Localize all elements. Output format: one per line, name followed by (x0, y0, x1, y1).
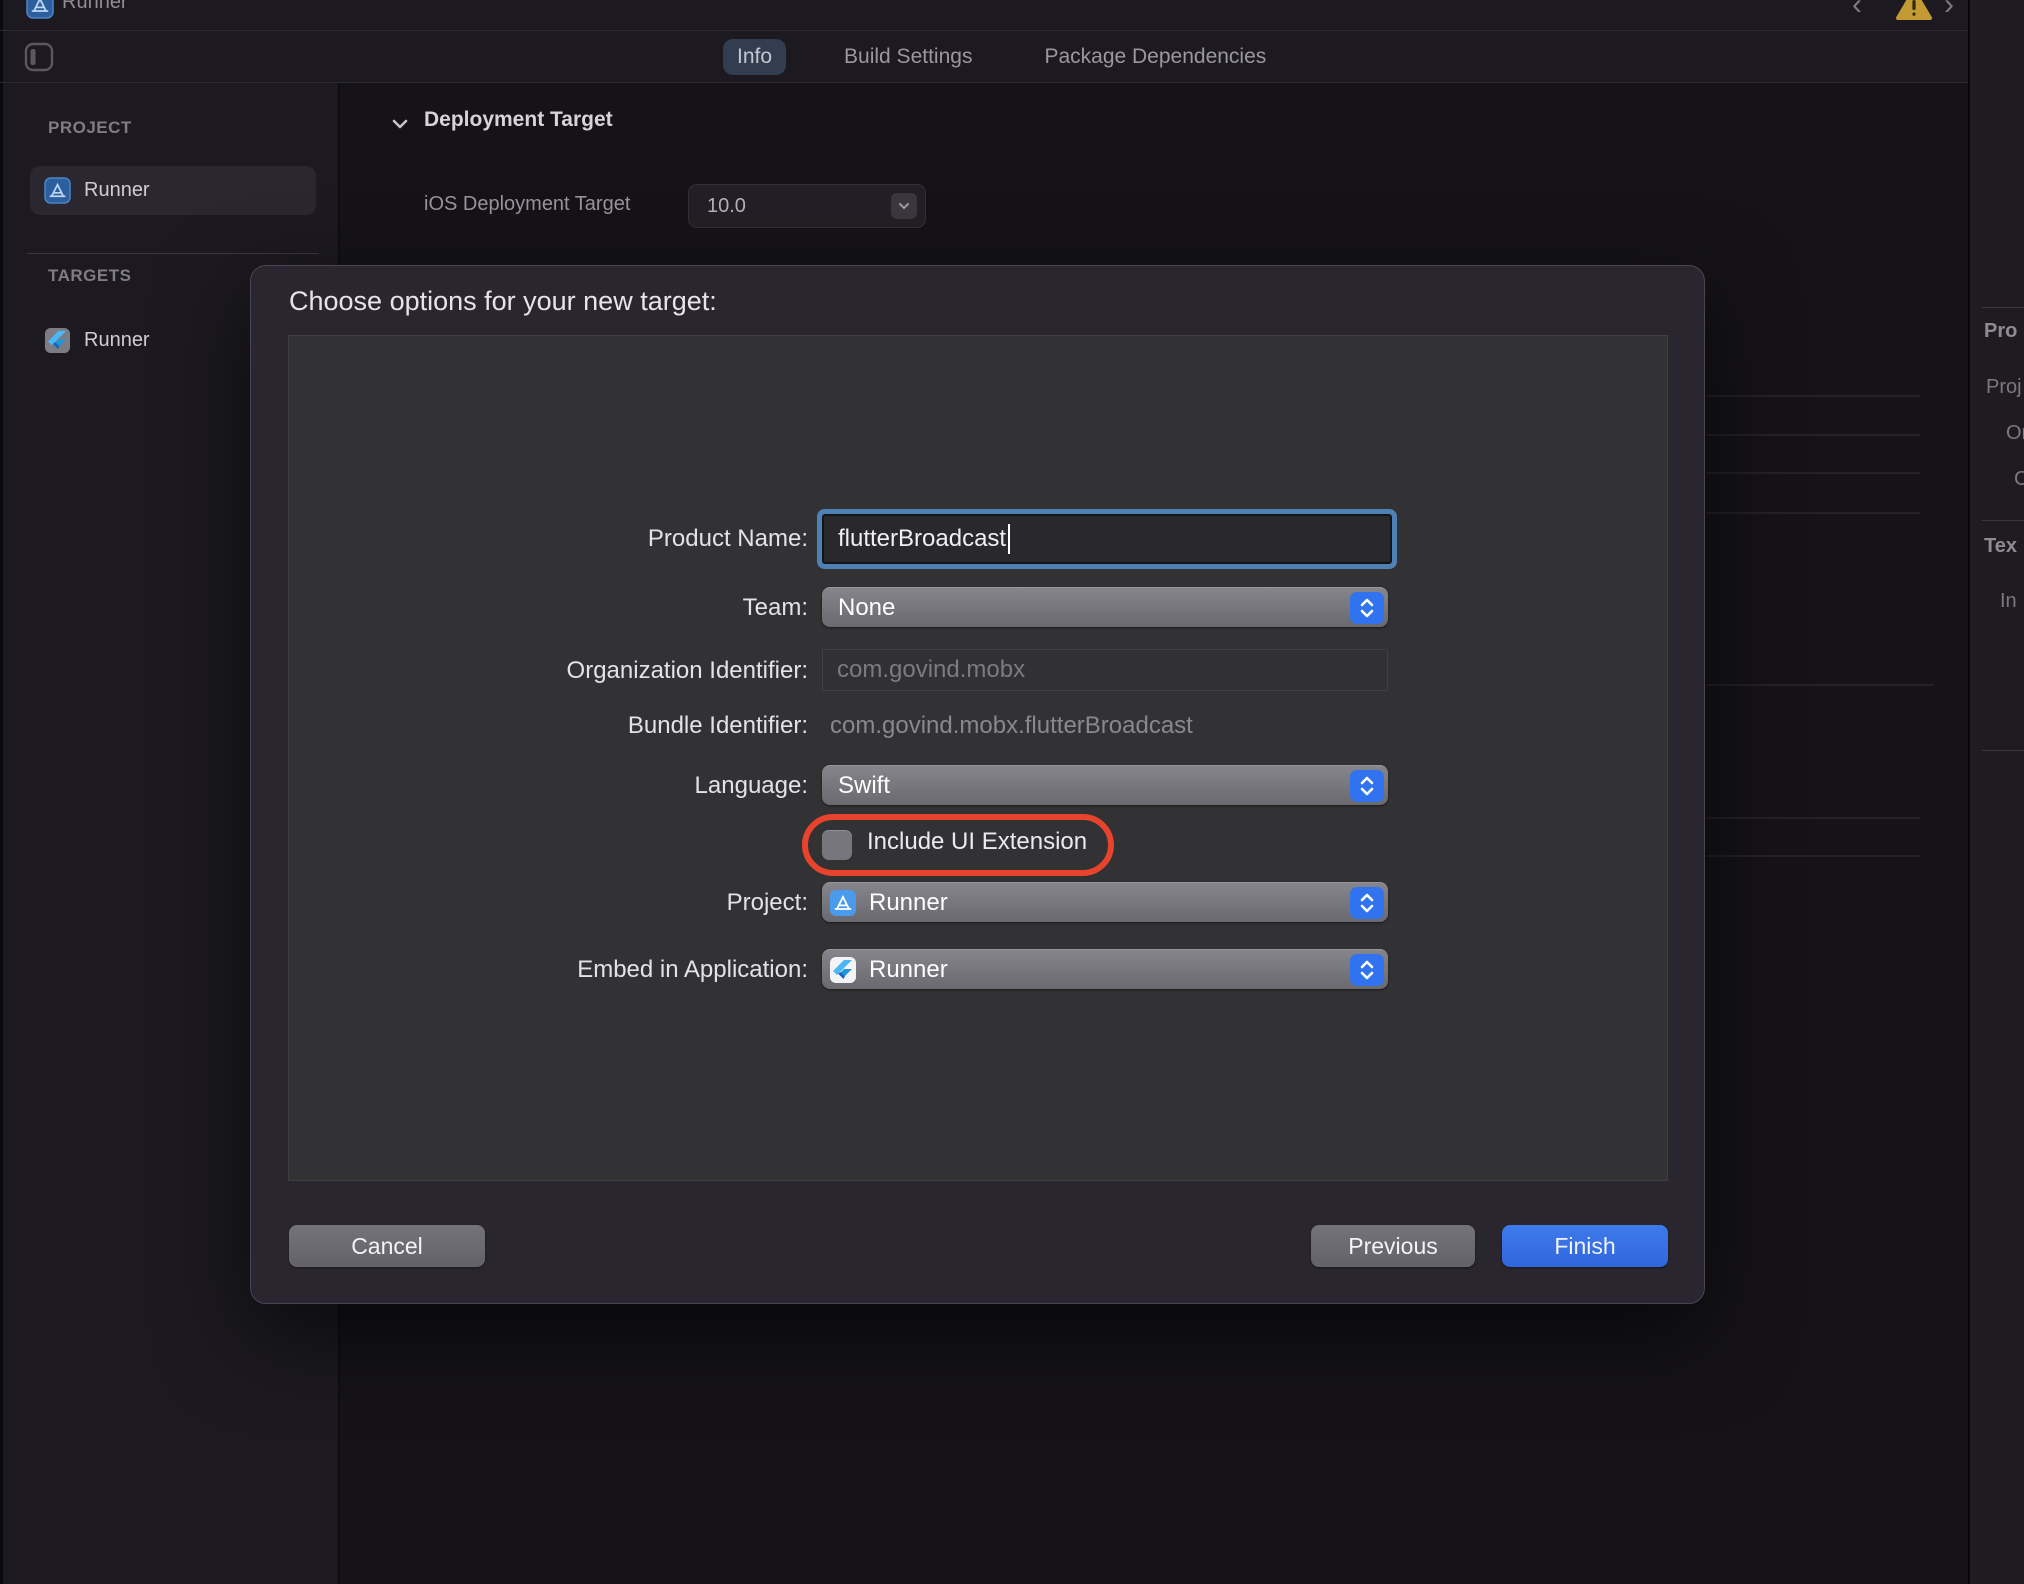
project-value: Runner (869, 889, 1350, 917)
sidebar-item-label: Runner (84, 329, 150, 352)
table-row-divider (1706, 817, 1920, 819)
stepper-icon (1350, 887, 1384, 919)
sidebar-toggle-icon[interactable] (24, 42, 54, 72)
team-select[interactable]: None (822, 587, 1388, 627)
organization-identifier-value: com.govind.mobx (837, 656, 1025, 684)
flutter-icon (829, 956, 857, 984)
chevron-down-icon[interactable] (388, 114, 412, 134)
bundle-identifier-value: com.govind.mobx.flutterBroadcast (830, 712, 1193, 740)
embed-in-application-label: Embed in Application: (289, 956, 808, 984)
table-row-divider (1706, 684, 1934, 686)
xcode-window: Runner ‹ › Ide Info Build Settings Packa… (0, 0, 2024, 1584)
project-select[interactable]: Runner (822, 882, 1388, 922)
app-store-icon (829, 889, 857, 917)
editor-tabbar: Info Build Settings Package Dependencies (723, 38, 1280, 76)
inspector-item: Or (2006, 422, 2024, 445)
inspector-item: Proj (1986, 376, 2022, 399)
language-select[interactable]: Swift (822, 765, 1388, 805)
app-store-icon (44, 177, 71, 204)
tab-build-settings[interactable]: Build Settings (830, 39, 986, 75)
embed-in-application-select[interactable]: Runner (822, 949, 1388, 989)
chevron-down-icon (891, 193, 917, 219)
team-value: None (838, 594, 1350, 622)
inspector-panel (1968, 0, 2024, 1584)
inspector-item: C (2014, 468, 2024, 491)
tab-package-dependencies[interactable]: Package Dependencies (1030, 39, 1280, 75)
stepper-icon (1350, 954, 1384, 986)
stepper-icon (1350, 770, 1384, 802)
flutter-icon (44, 327, 71, 354)
cancel-button[interactable]: Cancel (289, 1225, 485, 1267)
product-name-input[interactable]: flutterBroadcast (822, 514, 1392, 564)
warning-icon[interactable] (1894, 0, 1934, 22)
section-title: Deployment Target (424, 108, 613, 132)
sidebar-item-project-runner[interactable]: Runner (30, 166, 316, 215)
divider (1982, 307, 2024, 308)
inspector-item: In (2000, 590, 2017, 613)
table-row-divider (1706, 472, 1920, 474)
product-name-label: Product Name: (289, 525, 808, 553)
table-row-divider (1706, 855, 1920, 857)
inspector-item: Pro (1984, 320, 2017, 343)
bundle-identifier-label: Bundle Identifier: (289, 712, 808, 740)
text-cursor (1008, 524, 1010, 554)
forward-icon[interactable]: › (1944, 0, 1954, 18)
dialog-title: Choose options for your new target: (289, 286, 717, 317)
tab-info[interactable]: Info (723, 39, 786, 75)
targets-section-header: TARGETS (48, 266, 131, 286)
finish-button[interactable]: Finish (1502, 1225, 1668, 1267)
sidebar-item-label: Runner (84, 179, 150, 202)
table-row-divider (1706, 434, 1920, 436)
divider (27, 253, 319, 254)
stepper-icon (1350, 592, 1384, 624)
project-section-header: PROJECT (48, 118, 132, 138)
organization-identifier-field: com.govind.mobx (822, 649, 1388, 691)
new-target-options-dialog: Choose options for your new target: Prod… (250, 265, 1705, 1304)
inspector-item: Tex (1984, 535, 2017, 558)
embed-in-application-value: Runner (869, 956, 1350, 984)
window-project-title: Runner (62, 0, 128, 15)
divider (1982, 520, 2024, 521)
back-icon[interactable]: ‹ (1852, 0, 1862, 18)
previous-button[interactable]: Previous (1311, 1225, 1475, 1267)
ios-deployment-select[interactable]: 10.0 (688, 184, 926, 228)
team-label: Team: (289, 594, 808, 622)
project-label: Project: (289, 889, 808, 917)
ios-deployment-value: 10.0 (707, 195, 891, 218)
ios-deployment-label: iOS Deployment Target (424, 193, 630, 216)
product-name-value: flutterBroadcast (838, 525, 1006, 553)
organization-identifier-label: Organization Identifier: (289, 657, 808, 685)
divider (1982, 750, 2024, 751)
table-row-divider (1706, 395, 1920, 397)
dialog-form-panel: Product Name: flutterBroadcast Team: Non… (288, 335, 1668, 1181)
divider (0, 30, 1968, 31)
language-label: Language: (289, 772, 808, 800)
app-store-icon (26, 0, 54, 19)
table-row-divider (1706, 512, 1920, 514)
annotation-highlight-circle (802, 814, 1114, 876)
language-value: Swift (838, 772, 1350, 800)
